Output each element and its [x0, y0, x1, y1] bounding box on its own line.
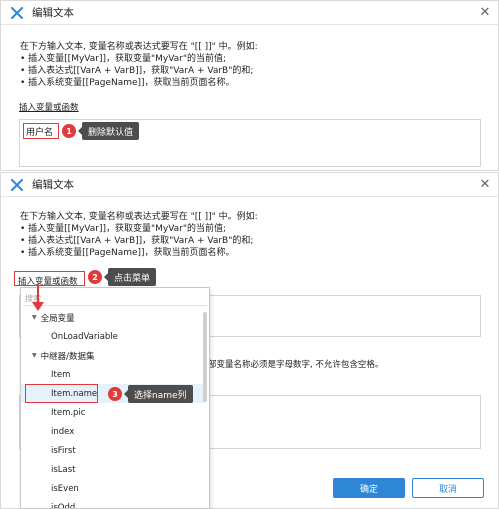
- highlight-box: [14, 271, 85, 286]
- dropdown-item[interactable]: Item.pic: [21, 403, 205, 422]
- dialog-titlebar: 编辑文本 ✕: [1, 1, 498, 25]
- highlight-box: [25, 384, 98, 403]
- dropdown-search-input[interactable]: 搜索: [23, 290, 207, 306]
- step-badge-3: 3: [108, 387, 122, 401]
- edit-text-dialog-1: 编辑文本 ✕ 在下方输入文本, 变量名称或表达式要写在 "[[ ]]" 中。例如…: [0, 0, 499, 171]
- dropdown-item[interactable]: Item: [21, 365, 205, 384]
- instruction-line: • 插入表达式[[VarA + VarB]]，获取"VarA + VarB"的和…: [20, 236, 254, 246]
- step-callout-1: 删除默认值: [77, 122, 140, 140]
- instruction-line: • 插入变量[[MyVar]]，获取变量"MyVar"的当前值;: [20, 224, 227, 234]
- text-value: 用户名: [26, 128, 54, 138]
- dropdown-item[interactable]: OnLoadVariable: [21, 327, 205, 346]
- dropdown-item[interactable]: isLast: [21, 460, 205, 479]
- dropdown-group-global[interactable]: ▼ 全局变量: [21, 308, 205, 327]
- instruction-line: 在下方输入文本, 变量名称或表达式要写在 "[[ ]]" 中。例如:: [20, 42, 258, 52]
- caret-down-icon: ▼: [32, 314, 37, 321]
- dropdown-scrollbar[interactable]: [203, 312, 207, 402]
- dialog-titlebar: 编辑文本 ✕: [1, 173, 498, 197]
- caret-down-icon: ▼: [32, 352, 37, 359]
- axure-logo-icon: [11, 178, 23, 191]
- insert-variable-link[interactable]: 插入变量或函数: [19, 101, 79, 113]
- step-callout-2: 点击菜单: [103, 268, 157, 286]
- step-badge-2: 2: [88, 270, 102, 284]
- instruction-line: 在下方输入文本, 变量名称或表达式要写在 "[[ ]]" 中。例如:: [20, 212, 258, 222]
- dialog-title: 编辑文本: [32, 179, 74, 191]
- variable-name-note: 部变量名称必须是字母数字, 不允许包含空格。: [208, 360, 384, 370]
- close-icon[interactable]: ✕: [478, 177, 492, 192]
- red-down-arrow-icon: [32, 284, 44, 311]
- dropdown-list: ▼ 全局变量 OnLoadVariable ▼ 中继器/数据集 Item Item.…: [21, 308, 205, 509]
- step-badge-1: 1: [62, 124, 76, 138]
- dialog-title: 编辑文本: [32, 7, 74, 19]
- cancel-button[interactable]: 取消: [412, 478, 484, 498]
- instructions: 在下方输入文本, 变量名称或表达式要写在 "[[ ]]" 中。例如: • 插入变…: [20, 41, 258, 89]
- dropdown-item[interactable]: isOdd: [21, 498, 205, 509]
- axure-logo-icon: [11, 6, 23, 19]
- instruction-line: • 插入变量[[MyVar]]，获取变量"MyVar"的当前值;: [20, 54, 227, 64]
- close-icon[interactable]: ✕: [478, 5, 492, 20]
- dropdown-group-repeater[interactable]: ▼ 中继器/数据集: [21, 346, 205, 365]
- dropdown-item[interactable]: isFirst: [21, 441, 205, 460]
- instruction-line: • 插入表达式[[VarA + VarB]]，获取"VarA + VarB"的和…: [20, 66, 254, 76]
- dropdown-item[interactable]: index: [21, 422, 205, 441]
- ok-button[interactable]: 确定: [333, 478, 405, 498]
- dropdown-item[interactable]: isEven: [21, 479, 205, 498]
- instructions: 在下方输入文本, 变量名称或表达式要写在 "[[ ]]" 中。例如: • 插入变…: [20, 211, 258, 259]
- instruction-line: • 插入系统变量[[PageName]]，获取当前页面名称。: [20, 248, 235, 258]
- instruction-line: • 插入系统变量[[PageName]]，获取当前页面名称。: [20, 78, 235, 88]
- step-callout-3: 选择name列: [124, 385, 193, 403]
